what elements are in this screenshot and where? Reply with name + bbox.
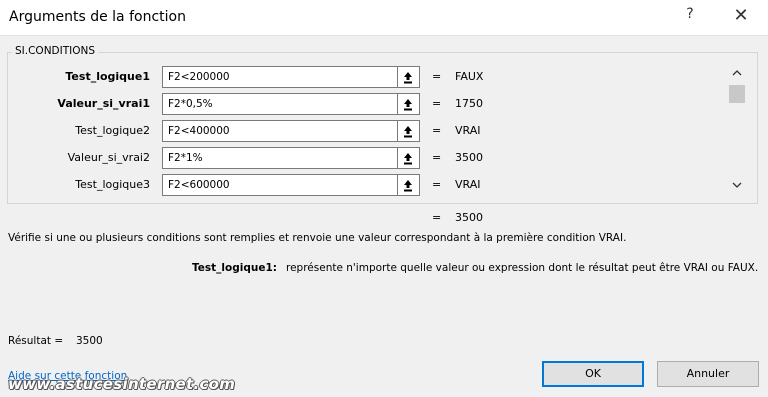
collapse-reference-icon[interactable] <box>398 93 420 115</box>
arg-label: Test_logique2 <box>75 124 150 137</box>
arg-input[interactable]: F2<200000 <box>162 66 398 88</box>
chevron-down-icon[interactable] <box>730 180 744 194</box>
close-icon[interactable]: ✕ <box>730 5 752 29</box>
arg-result: FAUX <box>455 70 484 83</box>
chevron-up-icon[interactable] <box>730 68 744 82</box>
equals-sign: = <box>432 178 442 191</box>
arg-result: 3500 <box>455 151 483 164</box>
arguments-scrollbar[interactable] <box>727 66 747 197</box>
arg-label: Test_logique1 <box>65 70 150 83</box>
collapse-reference-icon[interactable] <box>398 147 420 169</box>
equals-sign: = <box>432 151 442 164</box>
dialog-title: Arguments de la fonction <box>9 9 186 25</box>
formula-result: 3500 <box>455 211 483 224</box>
collapse-reference-icon[interactable] <box>398 66 420 88</box>
arg-result: VRAI <box>455 124 481 137</box>
equals-sign: = <box>432 97 442 110</box>
arg-label: Valeur_si_vrai1 <box>57 97 150 110</box>
ok-button[interactable]: OK <box>542 361 644 387</box>
arg-input[interactable]: F2<600000 <box>162 174 398 196</box>
collapse-reference-icon[interactable] <box>398 174 420 196</box>
arg-input[interactable]: F2*1% <box>162 147 398 169</box>
equals-sign: = <box>432 124 442 137</box>
arg-label: Test_logique3 <box>75 178 150 191</box>
title-bar: Arguments de la fonction ? ✕ <box>0 0 768 36</box>
function-description: Vérifie si une ou plusieurs conditions s… <box>8 232 627 244</box>
scrollbar-thumb[interactable] <box>729 85 745 103</box>
equals-sign: = <box>432 211 442 224</box>
result-label: Résultat = <box>8 335 64 347</box>
collapse-reference-icon[interactable] <box>398 120 420 142</box>
arg-input[interactable]: F2<400000 <box>162 120 398 142</box>
result-value: 3500 <box>76 335 103 347</box>
equals-sign: = <box>432 70 442 83</box>
watermark: www.astucesinternet.com <box>8 375 236 393</box>
arg-label: Valeur_si_vrai2 <box>67 151 150 164</box>
selected-argument-description: représente n'importe quelle valeur ou ex… <box>286 262 759 274</box>
arg-result: 1750 <box>455 97 483 110</box>
cancel-button[interactable]: Annuler <box>657 361 759 387</box>
arg-result: VRAI <box>455 178 481 191</box>
arg-input[interactable]: F2*0,5% <box>162 93 398 115</box>
selected-argument-name: Test_logique1: <box>192 262 277 274</box>
help-icon[interactable]: ? <box>680 6 700 28</box>
function-name: SI.CONDITIONS <box>12 45 99 57</box>
